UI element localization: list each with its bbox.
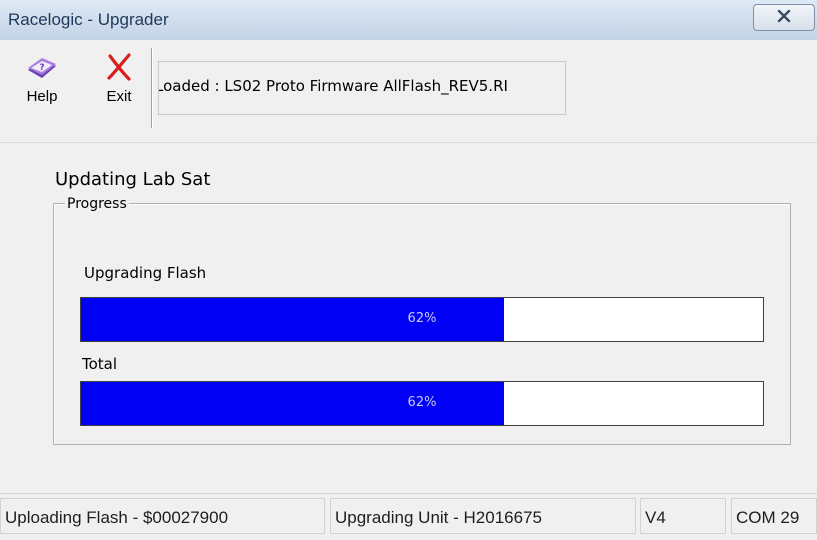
- title-bar: Racelogic - Upgrader: [0, 0, 817, 41]
- status-panel-port: COM 29: [731, 498, 817, 534]
- total-progress-bar: 62%: [80, 381, 764, 426]
- toolbar: ? Help Exit Loaded : LS02 Proto Firmware…: [0, 40, 817, 143]
- flash-progress-bar: 62%: [80, 297, 764, 342]
- progress-group-label: Progress: [65, 196, 129, 212]
- help-button[interactable]: ? Help: [22, 52, 62, 116]
- status-panel-unit: Upgrading Unit - H2016675: [330, 498, 636, 534]
- svg-text:?: ?: [39, 63, 44, 73]
- flash-progress-label: Upgrading Flash: [84, 264, 207, 282]
- help-button-label: Help: [26, 88, 58, 105]
- exit-button[interactable]: Exit: [99, 52, 139, 116]
- total-progress-percent: 62%: [407, 395, 437, 410]
- loaded-file-text: Loaded : LS02 Proto Firmware AllFlash_RE…: [158, 77, 508, 95]
- status-bar: Uploading Flash - $00027900 Upgrading Un…: [0, 493, 817, 540]
- close-icon: [776, 8, 792, 27]
- status-panel-upload: Uploading Flash - $00027900: [0, 498, 325, 534]
- loaded-file-panel: Loaded : LS02 Proto Firmware AllFlash_RE…: [158, 61, 566, 115]
- help-book-icon: ?: [22, 52, 62, 82]
- total-progress-label: Total: [82, 355, 118, 373]
- exit-button-label: Exit: [106, 88, 132, 105]
- close-button[interactable]: [753, 4, 815, 31]
- status-panel-version: V4: [640, 498, 726, 534]
- window-title: Racelogic - Upgrader: [8, 10, 169, 29]
- red-x-icon: [99, 52, 139, 82]
- status-heading: Updating Lab Sat: [55, 169, 211, 190]
- flash-progress-percent: 62%: [407, 311, 437, 326]
- toolbar-separator: [151, 48, 153, 128]
